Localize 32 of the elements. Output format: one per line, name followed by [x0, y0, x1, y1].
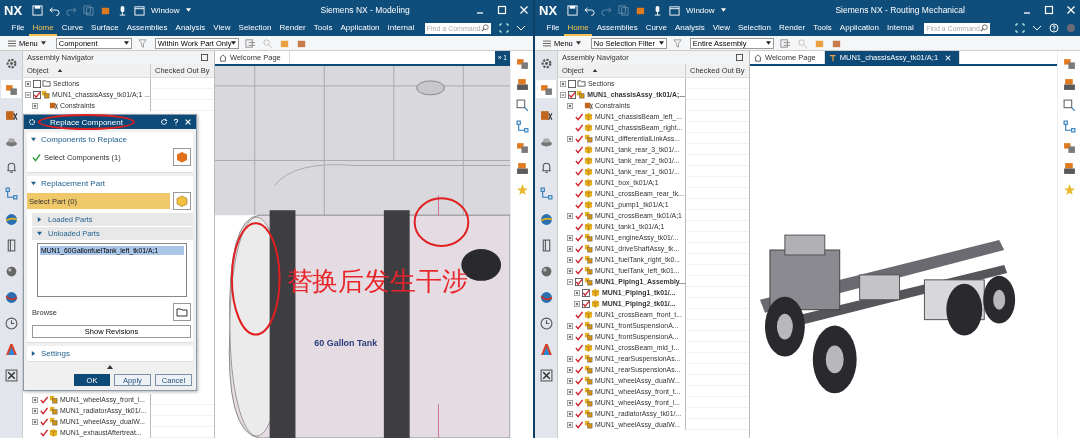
menu-tab[interactable]: Curve	[642, 20, 671, 36]
tank-label: 60 Gallon Tank	[314, 338, 378, 349]
menu-tab[interactable]: Internal	[883, 20, 918, 36]
menu-tab[interactable]: Analysis	[172, 20, 209, 36]
menu-tab[interactable]: Selection	[734, 20, 775, 36]
app-logo: NX	[539, 2, 558, 18]
menu-tab[interactable]: File	[543, 20, 563, 36]
menu-tab[interactable]: File	[8, 20, 28, 36]
menu-tab[interactable]: Selection	[235, 20, 275, 36]
window-menu[interactable]: Window	[686, 5, 715, 15]
menu-tab[interactable]: Surface	[87, 20, 123, 36]
window-menu[interactable]: Window	[151, 5, 180, 15]
menu-tab[interactable]: Render	[276, 20, 310, 36]
menu-tab[interactable]: View	[709, 20, 734, 36]
menu-tab[interactable]: Application	[336, 20, 384, 36]
menu-tab[interactable]: Assemblies	[593, 20, 642, 36]
dialog-title: Replace Component	[50, 117, 123, 127]
menu-tab[interactable]: Tools	[809, 20, 836, 36]
menu-tab[interactable]: Analysis	[671, 20, 709, 36]
window-title: Siemens NX - Modeling	[320, 5, 410, 15]
app-logo: NX	[4, 2, 23, 18]
section-header[interactable]: Components to Replace	[27, 132, 193, 147]
menu-tab[interactable]: Application	[836, 20, 883, 36]
menu-tab[interactable]: Curve	[58, 20, 87, 36]
window-title: Siemens NX - Routing Mechanical	[835, 5, 965, 15]
menu-tab[interactable]: Assemblies	[123, 20, 172, 36]
section-header[interactable]: Replacement Part	[27, 176, 193, 191]
menu-tab[interactable]: Internal	[384, 20, 418, 36]
menu-tab[interactable]: Tools	[310, 20, 336, 36]
menu-tab[interactable]: View	[209, 20, 235, 36]
section-header[interactable]: Settings	[27, 346, 193, 361]
menu-tab[interactable]: Render	[775, 20, 809, 36]
